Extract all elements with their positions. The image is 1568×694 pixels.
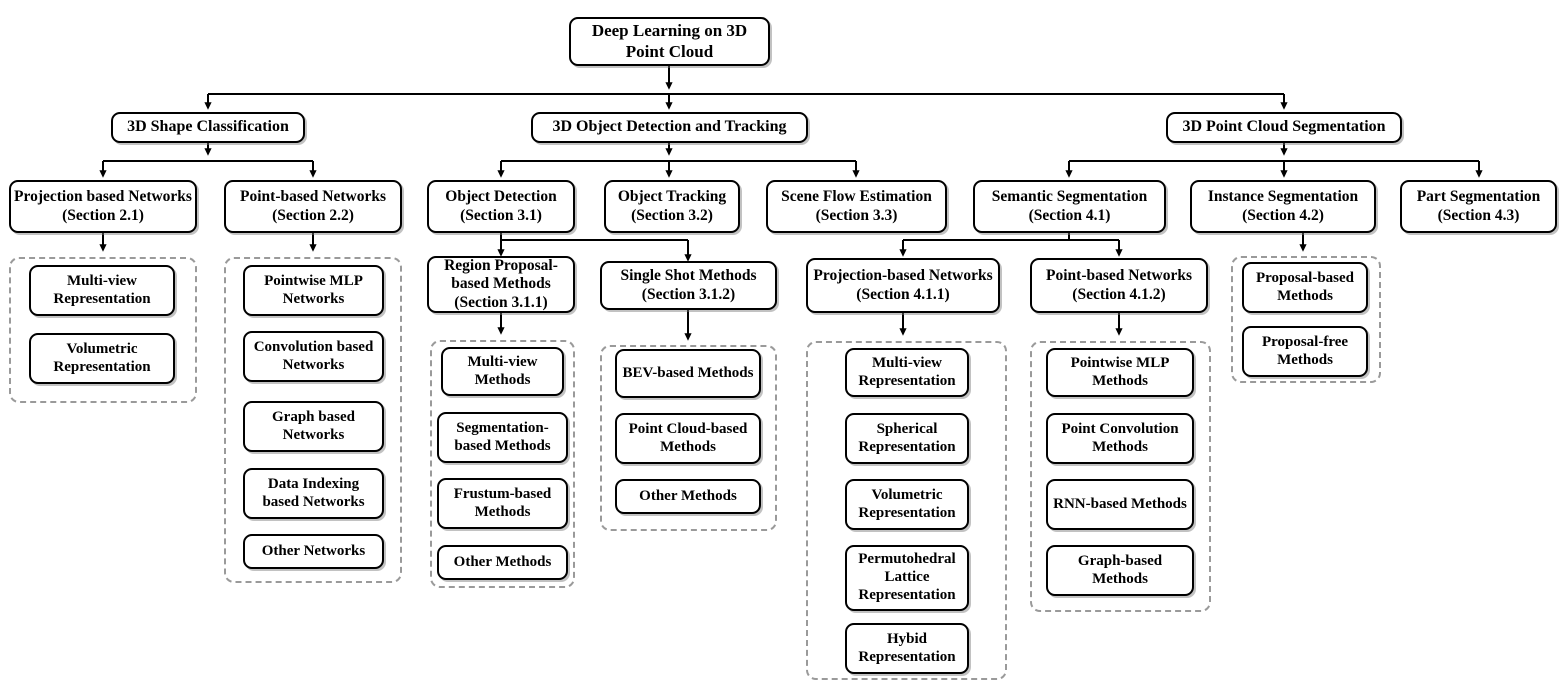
node-label: Scene Flow Estimation (Section 3.3)	[781, 188, 932, 224]
node-root-label: Deep Learning on 3D Point Cloud	[591, 21, 748, 61]
node-label: Region Proposal-based Methods (Section 3…	[444, 257, 558, 311]
node-label: Graph based Networks	[272, 408, 355, 443]
leaf-proposal-free-methods[interactable]: Proposal-free Methods	[1242, 326, 1368, 377]
leaf-spherical-representation[interactable]: Spherical Representation	[845, 413, 969, 464]
leaf-volumetric-representation-411[interactable]: Volumetric Representation	[845, 479, 969, 530]
leaf-pointwise-mlp-networks[interactable]: Pointwise MLP Networks	[243, 265, 384, 316]
leaf-other-methods-311[interactable]: Other Methods	[437, 545, 568, 580]
node-root[interactable]: Deep Learning on 3D Point Cloud	[569, 17, 770, 66]
node-label: Frustum-based Methods	[453, 485, 552, 520]
leaf-frustum-based-methods[interactable]: Frustum-based Methods	[437, 478, 568, 529]
node-label: Convolution based Networks	[253, 338, 374, 373]
node-object-detection-tracking[interactable]: 3D Object Detection and Tracking	[531, 112, 808, 143]
node-label: Pointwise MLP Networks	[264, 272, 363, 307]
node-object-detection-31[interactable]: Object Detection (Section 3.1)	[427, 180, 575, 233]
node-label: Part Segmentation (Section 4.3)	[1416, 188, 1541, 224]
node-label: RNN-based Methods	[1053, 495, 1187, 512]
leaf-volumetric-representation-21[interactable]: Volumetric Representation	[29, 333, 175, 384]
node-point-cloud-segmentation[interactable]: 3D Point Cloud Segmentation	[1166, 112, 1402, 143]
leaf-pointwise-mlp-methods[interactable]: Pointwise MLP Methods	[1046, 348, 1194, 397]
leaf-multi-view-methods[interactable]: Multi-view Methods	[441, 347, 564, 396]
node-part-segmentation-43[interactable]: Part Segmentation (Section 4.3)	[1400, 180, 1557, 233]
leaf-graph-based-methods[interactable]: Graph-based Methods	[1046, 545, 1194, 596]
node-label: Other Networks	[261, 542, 366, 559]
node-label: 3D Point Cloud Segmentation	[1182, 118, 1386, 136]
node-label: Permutohedral Lattice Representation	[858, 551, 956, 603]
leaf-data-indexing-based-networks[interactable]: Data Indexing based Networks	[243, 468, 384, 519]
leaf-rnn-based-methods[interactable]: RNN-based Methods	[1046, 479, 1194, 530]
leaf-segmentation-based-methods[interactable]: Segmentation-based Methods	[437, 412, 568, 463]
taxonomy-diagram: Deep Learning on 3D Point Cloud 3D Shape…	[0, 0, 1568, 694]
node-label: Point Convolution Methods	[1061, 420, 1179, 455]
node-label: Multi-view Representation	[53, 272, 151, 307]
node-label: Other Methods	[453, 553, 552, 570]
leaf-proposal-based-methods[interactable]: Proposal-based Methods	[1242, 262, 1368, 313]
node-label: Proposal-based Methods	[1255, 269, 1355, 304]
node-label: Instance Segmentation (Section 4.2)	[1207, 188, 1359, 224]
leaf-other-networks[interactable]: Other Networks	[243, 534, 384, 569]
node-label: Segmentation-based Methods	[454, 419, 551, 454]
leaf-other-methods-312[interactable]: Other Methods	[615, 479, 761, 514]
leaf-permutohedral-lattice-representation[interactable]: Permutohedral Lattice Representation	[845, 545, 969, 611]
node-label: 3D Shape Classification	[127, 118, 289, 136]
node-label: Point-based Networks (Section 4.1.2)	[1046, 267, 1192, 303]
node-projection-based-networks-21[interactable]: Projection based Networks (Section 2.1)	[9, 180, 197, 233]
node-label: 3D Object Detection and Tracking	[552, 118, 787, 136]
node-label: Multi-view Methods	[467, 353, 538, 388]
leaf-graph-based-networks[interactable]: Graph based Networks	[243, 401, 384, 452]
node-label: Multi-view Representation	[858, 354, 956, 389]
node-label: Projection-based Networks (Section 4.1.1…	[813, 267, 993, 303]
node-instance-segmentation-42[interactable]: Instance Segmentation (Section 4.2)	[1190, 180, 1376, 233]
leaf-multi-view-representation-21[interactable]: Multi-view Representation	[29, 265, 175, 316]
node-label: BEV-based Methods	[622, 364, 754, 381]
node-label: Graph-based Methods	[1077, 552, 1163, 587]
node-label: Single Shot Methods (Section 3.1.2)	[620, 267, 757, 303]
node-projection-based-networks-411[interactable]: Projection-based Networks (Section 4.1.1…	[806, 258, 1000, 313]
node-semantic-segmentation-41[interactable]: Semantic Segmentation (Section 4.1)	[973, 180, 1166, 233]
leaf-point-convolution-methods[interactable]: Point Convolution Methods	[1046, 413, 1194, 464]
node-region-proposal-based-methods-311[interactable]: Region Proposal-based Methods (Section 3…	[427, 256, 575, 313]
node-label: Semantic Segmentation (Section 4.1)	[991, 188, 1148, 224]
node-label: Pointwise MLP Methods	[1070, 354, 1170, 389]
node-label: Point-based Networks (Section 2.2)	[240, 188, 386, 224]
leaf-multi-view-representation-411[interactable]: Multi-view Representation	[845, 348, 969, 397]
node-shape-classification[interactable]: 3D Shape Classification	[111, 112, 305, 143]
node-label: Data Indexing based Networks	[262, 475, 365, 510]
node-single-shot-methods-312[interactable]: Single Shot Methods (Section 3.1.2)	[600, 261, 777, 310]
node-label: Point Cloud-based Methods	[628, 420, 748, 455]
node-scene-flow-estimation-33[interactable]: Scene Flow Estimation (Section 3.3)	[766, 180, 947, 233]
node-object-tracking-32[interactable]: Object Tracking (Section 3.2)	[604, 180, 740, 233]
leaf-point-cloud-based-methods[interactable]: Point Cloud-based Methods	[615, 413, 761, 464]
node-label: Proposal-free Methods	[1261, 333, 1349, 368]
node-label: Projection based Networks (Section 2.1)	[14, 188, 192, 224]
node-point-based-networks-412[interactable]: Point-based Networks (Section 4.1.2)	[1030, 258, 1208, 313]
node-label: Hybid Representation	[858, 630, 956, 665]
leaf-bev-based-methods[interactable]: BEV-based Methods	[615, 349, 761, 398]
leaf-hybid-representation[interactable]: Hybid Representation	[845, 623, 969, 674]
node-label: Object Tracking (Section 3.2)	[617, 188, 727, 224]
node-label: Volumetric Representation	[858, 486, 956, 521]
node-label: Volumetric Representation	[53, 340, 151, 375]
node-label: Spherical Representation	[858, 420, 956, 455]
leaf-convolution-based-networks[interactable]: Convolution based Networks	[243, 331, 384, 382]
node-label: Other Methods	[639, 487, 737, 504]
node-label: Object Detection (Section 3.1)	[445, 188, 557, 224]
node-point-based-networks-22[interactable]: Point-based Networks (Section 2.2)	[224, 180, 402, 233]
